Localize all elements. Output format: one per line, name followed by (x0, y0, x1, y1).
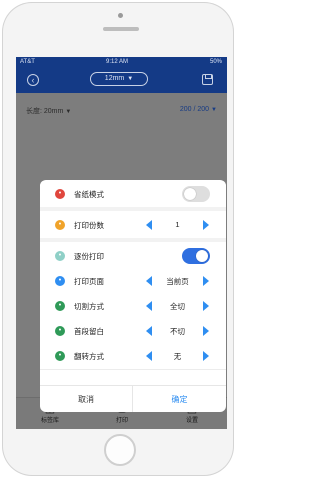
setting-value: 当前页 (166, 277, 189, 286)
status-bar: AT&T 9:12 AM 50% (16, 57, 227, 68)
setting-value: 无 (173, 352, 182, 361)
increment-arrow-icon[interactable] (203, 220, 209, 230)
section-divider (40, 207, 226, 211)
paper-saving-icon: • (55, 189, 65, 199)
chevron-left-icon: ‹ (31, 75, 35, 85)
setting-value: 1 (175, 220, 180, 229)
dialog-footer: 取消 确定 (40, 385, 226, 412)
setting-value: 全切 (170, 302, 185, 311)
setting-row: • 翻转方式 无 (40, 343, 226, 370)
carrier: AT&T (20, 59, 35, 65)
toggle-knob (184, 188, 196, 200)
collate-icon: • (55, 251, 65, 261)
decrement-arrow-icon[interactable] (146, 301, 152, 311)
chevron-down-icon: ▼ (211, 107, 217, 113)
setting-toggle[interactable] (182, 186, 210, 202)
copies-icon: • (55, 220, 65, 230)
page-counter-value: 200 / 200 (179, 106, 210, 113)
setting-label: 打印页面 (74, 277, 104, 286)
toggle-knob (196, 250, 208, 262)
setting-label: 翻转方式 (74, 352, 104, 361)
increment-arrow-icon[interactable] (203, 351, 209, 361)
cut-mode-icon: • (55, 301, 65, 311)
setting-toggle[interactable] (182, 248, 210, 264)
save-icon[interactable] (202, 74, 213, 85)
decrement-arrow-icon[interactable] (146, 276, 152, 286)
chevron-down-icon: ▼ (127, 76, 134, 82)
section-divider (40, 238, 226, 242)
page-counter: 200 / 200 ▼ (180, 106, 217, 113)
chevron-down-icon: ▼ (65, 109, 72, 115)
setting-label: 打印份数 (74, 221, 104, 230)
back-button[interactable]: ‹ (27, 74, 39, 86)
confirm-button[interactable]: 确定 (133, 386, 226, 412)
cancel-button[interactable]: 取消 (40, 386, 133, 412)
setting-value: 不切 (170, 327, 185, 336)
home-button[interactable] (104, 434, 136, 466)
setting-row: • 首段留白 不切 (40, 318, 226, 345)
clock: 9:12 AM (106, 59, 129, 65)
increment-arrow-icon[interactable] (203, 301, 209, 311)
app-screen: AT&T 9:12 AM 50% ‹ 12mm ▼ 长度: 20mm ▼ 200 /… (16, 57, 227, 429)
earpiece (103, 27, 139, 31)
tape-size-select[interactable]: 12mm ▼ (90, 72, 148, 86)
flip-icon: • (55, 351, 65, 361)
setting-label: 逐份打印 (74, 252, 104, 261)
setting-row: • 省纸模式 (40, 181, 226, 208)
increment-arrow-icon[interactable] (203, 326, 209, 336)
battery: 50% (209, 59, 222, 65)
decrement-arrow-icon[interactable] (146, 351, 152, 361)
phone-frame: AT&T 9:12 AM 50% ‹ 12mm ▼ 长度: 20mm ▼ 200 /… (2, 2, 234, 476)
tape-size-value: 12mm (104, 75, 125, 82)
nav-bar: ‹ 12mm ▼ (16, 68, 227, 93)
label-length-value: 长度: 20mm (26, 108, 64, 115)
setting-row: • 打印页面 当前页 (40, 268, 226, 295)
setting-label: 省纸模式 (74, 190, 104, 199)
leading-blank-icon: • (55, 326, 65, 336)
decrement-arrow-icon[interactable] (146, 326, 152, 336)
increment-arrow-icon[interactable] (203, 276, 209, 286)
print-settings-dialog: 取消 确定 • 省纸模式 • 打印份数 1 • 逐份打印 • 打印页面 当前页 • 切割方式 全切 • 首段… (40, 180, 226, 412)
setting-label: 切割方式 (74, 302, 104, 311)
toolbar-item-label: 设置 (185, 418, 198, 424)
print-page-icon: • (55, 276, 65, 286)
toolbar-item-label: 标签库 (40, 418, 59, 424)
decrement-arrow-icon[interactable] (146, 220, 152, 230)
setting-row: • 切割方式 全切 (40, 293, 226, 320)
setting-row: • 逐份打印 (40, 243, 226, 270)
camera-dot (118, 13, 123, 18)
setting-row: • 打印份数 1 (40, 212, 226, 239)
setting-label: 首段留白 (74, 327, 104, 336)
toolbar-item-label: 打印 (115, 418, 128, 424)
label-length[interactable]: 长度: 20mm ▼ (26, 106, 71, 116)
